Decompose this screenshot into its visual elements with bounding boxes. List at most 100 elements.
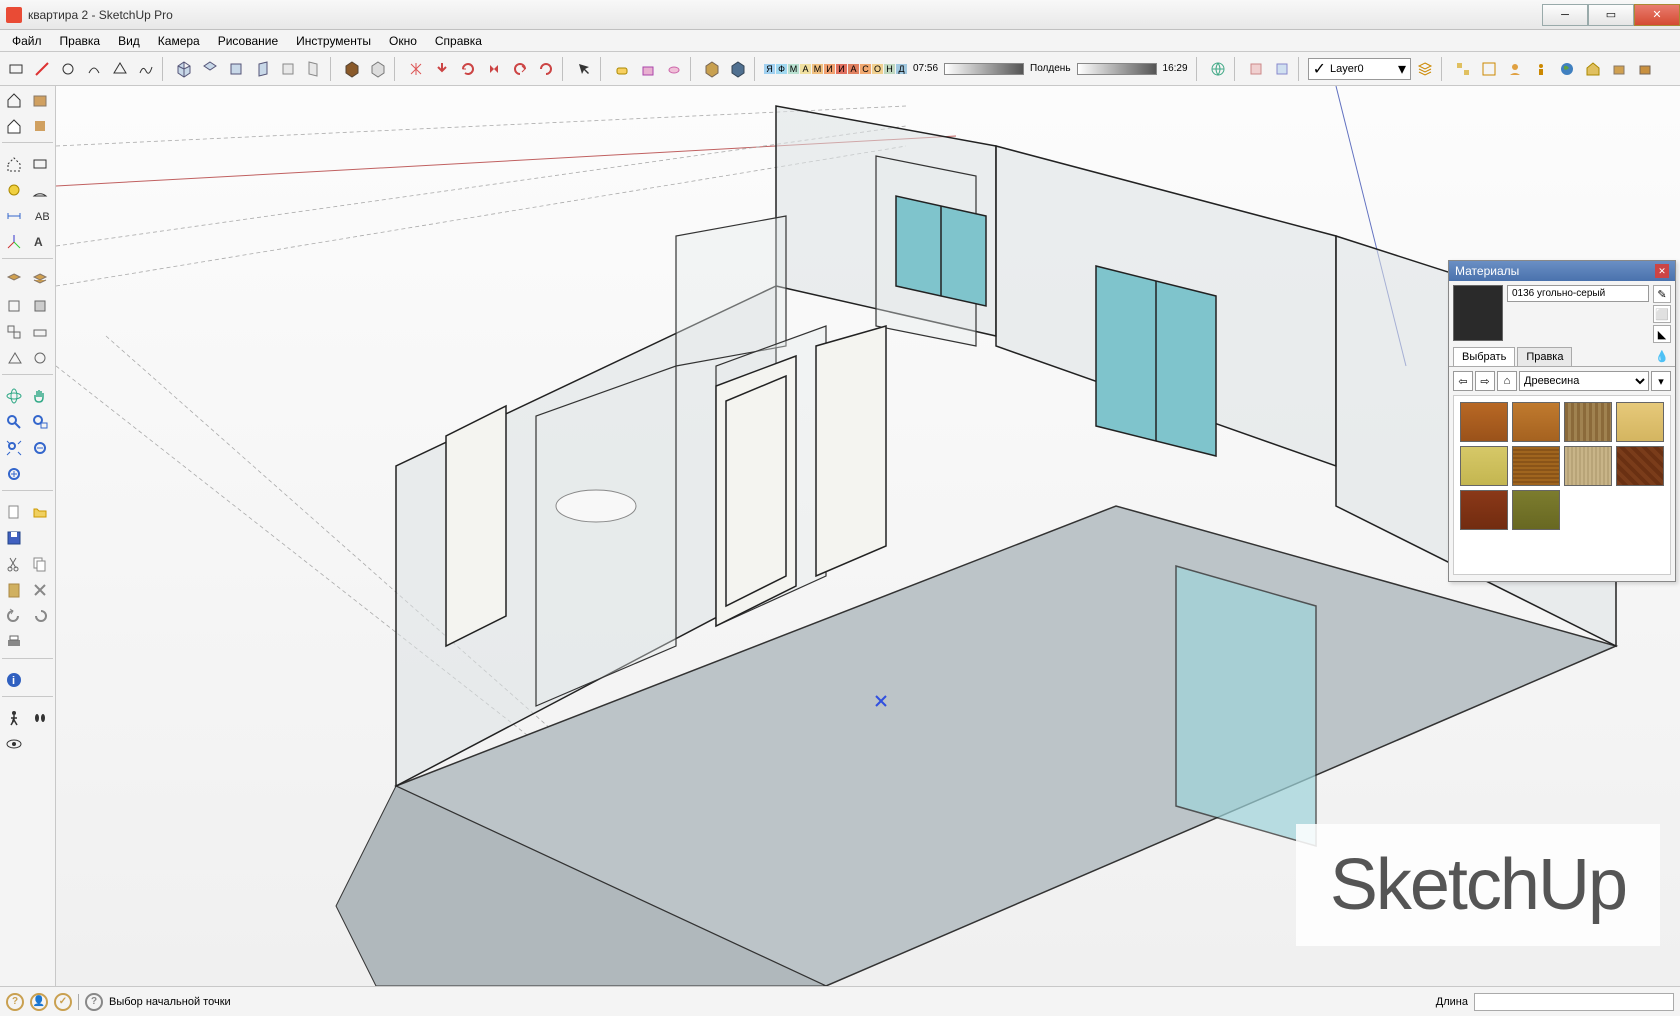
box-icon[interactable] — [1607, 57, 1631, 81]
refresh-icon[interactable] — [456, 57, 480, 81]
rectangle-tool-icon[interactable] — [4, 57, 28, 81]
dropdown-icon[interactable]: ▾ — [1398, 59, 1406, 79]
material-swatch[interactable] — [1616, 446, 1664, 486]
open-icon[interactable] — [28, 500, 52, 524]
iso5-icon[interactable] — [2, 346, 26, 370]
orbit-icon[interactable] — [2, 384, 26, 408]
maximize-button[interactable]: ▭ — [1588, 4, 1634, 26]
cube-tex-icon[interactable] — [700, 57, 724, 81]
section-icon[interactable] — [1244, 57, 1268, 81]
tab-edit[interactable]: Правка — [1517, 347, 1572, 366]
iso6-icon[interactable] — [28, 346, 52, 370]
material-swatch[interactable] — [1512, 446, 1560, 486]
menu-view[interactable]: Вид — [110, 32, 148, 50]
measurement-input[interactable] — [1474, 993, 1674, 1011]
eyedropper-icon[interactable]: 💧 — [1653, 348, 1671, 366]
dimension-icon[interactable] — [2, 204, 26, 228]
circle-tool-icon[interactable] — [56, 57, 80, 81]
back-view-icon[interactable] — [276, 57, 300, 81]
prev-view-icon[interactable] — [28, 436, 52, 460]
material-swatch[interactable] — [1564, 446, 1612, 486]
pushpull-icon[interactable] — [636, 57, 660, 81]
flip-icon[interactable] — [482, 57, 506, 81]
freehand-tool-icon[interactable] — [134, 57, 158, 81]
iso4-icon[interactable] — [28, 320, 52, 344]
globe-icon[interactable] — [1206, 57, 1230, 81]
cube-blue-icon[interactable] — [726, 57, 750, 81]
create-material-icon[interactable]: ✎ — [1653, 285, 1671, 303]
tape-icon[interactable] — [2, 178, 26, 202]
zoom-icon[interactable] — [2, 410, 26, 434]
status-icon-1[interactable]: ? — [6, 993, 24, 1011]
layers-icon[interactable] — [28, 268, 52, 292]
group-icon[interactable] — [1503, 57, 1527, 81]
explode-icon[interactable] — [404, 57, 428, 81]
material-swatch[interactable] — [1460, 490, 1508, 530]
materials-titlebar[interactable]: Материалы ✕ — [1449, 261, 1675, 281]
undo-icon[interactable] — [508, 57, 532, 81]
section2-icon[interactable] — [1270, 57, 1294, 81]
walk-icon[interactable] — [2, 706, 26, 730]
line-tool-icon[interactable] — [30, 57, 54, 81]
menu-edit[interactable]: Правка — [52, 32, 109, 50]
eraser2-icon[interactable] — [662, 57, 686, 81]
time-gradient2[interactable] — [1077, 63, 1157, 75]
nav-home-icon[interactable]: ⌂ — [1497, 371, 1517, 391]
layer-selector[interactable]: ✓ ▾ — [1308, 58, 1411, 80]
left-view-icon[interactable] — [302, 57, 326, 81]
paste-icon[interactable] — [2, 578, 26, 602]
look-icon[interactable] — [2, 732, 26, 756]
front-view-icon[interactable] — [224, 57, 248, 81]
nav-back-icon[interactable]: ⇦ — [1453, 371, 1473, 391]
nav-menu-icon[interactable]: ▾ — [1651, 371, 1671, 391]
layer-icon[interactable] — [2, 268, 26, 292]
tab-select[interactable]: Выбрать — [1453, 347, 1515, 366]
3dtext-icon[interactable]: A — [28, 230, 52, 254]
current-material-swatch[interactable] — [1453, 285, 1503, 341]
viewport-3d[interactable]: SketchUp — [56, 86, 1680, 986]
minimize-button[interactable]: ─ — [1542, 4, 1588, 26]
redo-icon[interactable] — [534, 57, 558, 81]
panel-close-icon[interactable]: ✕ — [1655, 264, 1669, 278]
menu-window[interactable]: Окно — [381, 32, 425, 50]
house-icon[interactable] — [2, 88, 26, 112]
material-category-select[interactable]: Древесина — [1519, 371, 1649, 391]
save-icon[interactable] — [2, 526, 26, 550]
components-icon[interactable] — [1477, 57, 1501, 81]
menu-draw[interactable]: Рисование — [210, 32, 286, 50]
select-icon[interactable] — [572, 57, 596, 81]
month-strip[interactable]: Я Ф М А М И И А С О Н Д — [764, 64, 907, 74]
layer-input[interactable] — [1330, 63, 1394, 75]
zoom-extents-icon[interactable] — [2, 436, 26, 460]
delete-icon[interactable] — [28, 578, 52, 602]
redo2-icon[interactable] — [28, 604, 52, 628]
iso1-icon[interactable] — [2, 294, 26, 318]
zoom3-icon[interactable] — [2, 462, 26, 486]
warehouse-icon[interactable] — [1581, 57, 1605, 81]
status-icon-2[interactable]: 👤 — [30, 993, 48, 1011]
cut-icon[interactable] — [2, 552, 26, 576]
eraser-icon[interactable] — [610, 57, 634, 81]
copy-icon[interactable] — [28, 552, 52, 576]
menu-file[interactable]: Файл — [4, 32, 50, 50]
help-icon[interactable]: ? — [85, 993, 103, 1011]
material-swatch[interactable] — [1512, 402, 1560, 442]
pan-icon[interactable] — [28, 384, 52, 408]
iso-view-icon[interactable] — [172, 57, 196, 81]
material-swatch[interactable] — [1564, 402, 1612, 442]
zoom-window-icon[interactable] — [28, 410, 52, 434]
house2-icon[interactable] — [2, 114, 26, 138]
status-icon-3[interactable]: ✓ — [54, 993, 72, 1011]
materials-panel[interactable]: Материалы ✕ ✎ ⬜ ◣ Выбрать Правка 💧 ⇦ ⇨ ⌂… — [1448, 260, 1676, 582]
nav-fwd-icon[interactable]: ⇨ — [1475, 371, 1495, 391]
import-icon[interactable] — [430, 57, 454, 81]
iso2-icon[interactable] — [28, 294, 52, 318]
time-gradient[interactable] — [944, 63, 1024, 75]
earth-icon[interactable] — [1555, 57, 1579, 81]
arc-tool-icon[interactable] — [82, 57, 106, 81]
menu-camera[interactable]: Камера — [150, 32, 208, 50]
iso3-icon[interactable] — [2, 320, 26, 344]
box2-icon[interactable] — [1633, 57, 1657, 81]
box-tool-icon[interactable] — [28, 88, 52, 112]
footprint-icon[interactable] — [28, 706, 52, 730]
